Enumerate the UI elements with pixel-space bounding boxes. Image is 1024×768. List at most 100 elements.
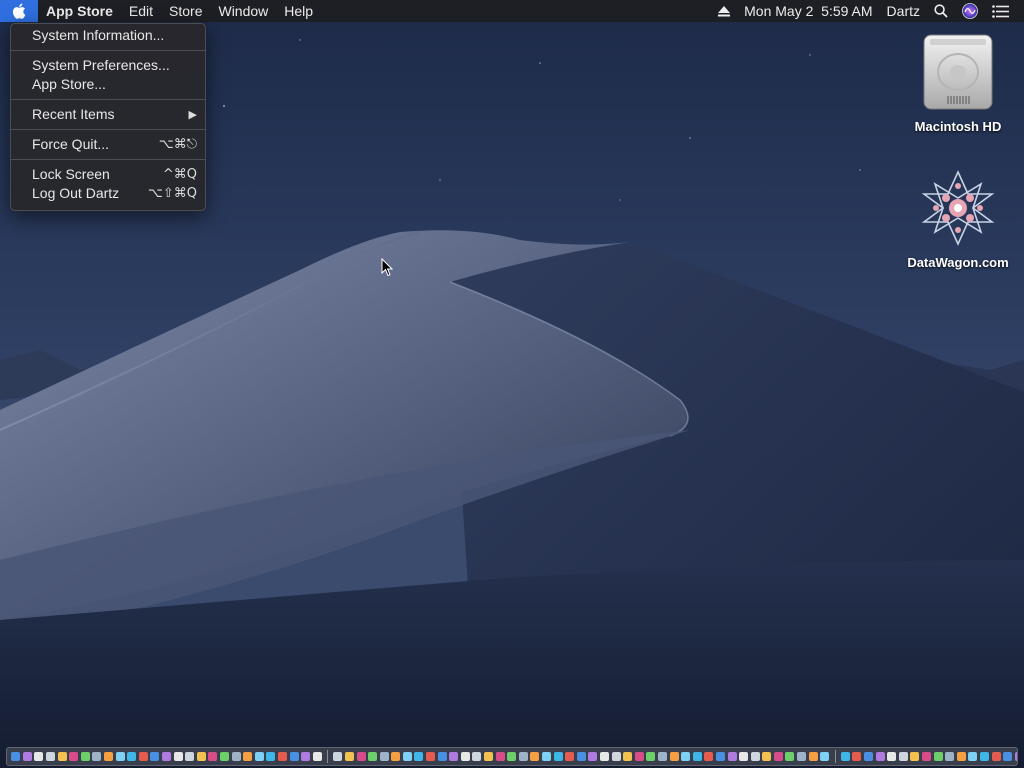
dock-app-icon[interactable] xyxy=(646,752,656,761)
menu-item-log-out[interactable]: Log Out Dartz ⌥⇧⌘Q xyxy=(11,184,205,203)
dock-app-icon[interactable] xyxy=(185,752,195,761)
dock-app-icon[interactable] xyxy=(127,752,137,761)
dock-app-icon[interactable] xyxy=(243,752,253,761)
dock-app-icon[interactable] xyxy=(46,752,56,761)
menu-store[interactable]: Store xyxy=(161,0,210,22)
dock-app-icon[interactable] xyxy=(956,752,966,761)
dock-app-icon[interactable] xyxy=(301,752,311,761)
eject-menu-extra[interactable] xyxy=(711,0,737,22)
dock-app-icon[interactable] xyxy=(333,752,343,761)
dock-app-icon[interactable] xyxy=(379,752,389,761)
dock-app-icon[interactable] xyxy=(219,752,229,761)
dock-app-icon[interactable] xyxy=(449,752,459,761)
dock-app-icon[interactable] xyxy=(565,752,575,761)
apple-menu-button[interactable] xyxy=(0,0,38,22)
dock-app-icon[interactable] xyxy=(773,752,783,761)
dock-app-icon[interactable] xyxy=(138,752,148,761)
dock-app-icon[interactable] xyxy=(611,752,621,761)
dock-app-icon[interactable] xyxy=(104,752,114,761)
dock-app-icon[interactable] xyxy=(623,752,633,761)
dock-app-icon[interactable] xyxy=(820,752,830,761)
dock-app-icon[interactable] xyxy=(115,752,125,761)
dock-app-icon[interactable] xyxy=(797,752,807,761)
dock-app-icon[interactable] xyxy=(254,752,264,761)
dock-app-icon[interactable] xyxy=(34,752,44,761)
dock-app-icon[interactable] xyxy=(875,752,885,761)
dock-app-icon[interactable] xyxy=(669,752,679,761)
dock-app-icon[interactable] xyxy=(289,752,299,761)
dock-app-icon[interactable] xyxy=(762,752,772,761)
menu-help[interactable]: Help xyxy=(276,0,321,22)
dock-app-icon[interactable] xyxy=(588,752,598,761)
dock-app-icon[interactable] xyxy=(553,752,563,761)
dock-app-icon[interactable] xyxy=(991,752,1001,761)
dock-app-icon[interactable] xyxy=(530,752,540,761)
dock-app-icon[interactable] xyxy=(391,752,401,761)
dock-app-icon[interactable] xyxy=(495,752,505,761)
dock-app-icon[interactable] xyxy=(460,752,470,761)
notification-center-button[interactable] xyxy=(985,0,1016,22)
dock-app-icon[interactable] xyxy=(750,752,760,761)
desktop-icon-datawagon[interactable]: DataWagon.com xyxy=(898,168,1018,270)
dock-app-icon[interactable] xyxy=(576,752,586,761)
dock-app-icon[interactable] xyxy=(727,752,737,761)
dock-app-icon[interactable] xyxy=(887,752,897,761)
dock-app-icon[interactable] xyxy=(277,752,287,761)
dock-app-icon[interactable] xyxy=(681,752,691,761)
dock-app-icon[interactable] xyxy=(150,752,160,761)
dock-app-icon[interactable] xyxy=(979,752,989,761)
dock-app-icon[interactable] xyxy=(739,752,749,761)
dock-app-icon[interactable] xyxy=(542,752,552,761)
menu-item-force-quit[interactable]: Force Quit... ⌥⌘⎋ xyxy=(11,135,205,154)
dock-app-icon[interactable] xyxy=(599,752,609,761)
dock-app-icon[interactable] xyxy=(634,752,644,761)
dock-app-icon[interactable] xyxy=(704,752,714,761)
dock-app-icon[interactable] xyxy=(22,752,32,761)
dock-app-icon[interactable] xyxy=(507,752,517,761)
dock-app-icon[interactable] xyxy=(426,752,436,761)
clock-date[interactable]: Mon May 2 5:59 AM xyxy=(737,0,879,22)
dock-app-icon[interactable] xyxy=(472,752,482,761)
dock-app-icon[interactable] xyxy=(808,752,818,761)
dock-app-icon[interactable] xyxy=(692,752,702,761)
menu-edit[interactable]: Edit xyxy=(121,0,161,22)
dock-app-icon[interactable] xyxy=(356,752,366,761)
dock-app-icon[interactable] xyxy=(266,752,276,761)
dock-app-icon[interactable] xyxy=(173,752,183,761)
dock-app-icon[interactable] xyxy=(402,752,412,761)
dock-app-icon[interactable] xyxy=(11,752,21,761)
dock-app-icon[interactable] xyxy=(69,752,79,761)
dock-app-icon[interactable] xyxy=(840,752,850,761)
dock-app-icon[interactable] xyxy=(715,752,725,761)
menu-window[interactable]: Window xyxy=(210,0,276,22)
dock-app-icon[interactable] xyxy=(933,752,943,761)
dock-app-icon[interactable] xyxy=(368,752,378,761)
dock-app-icon[interactable] xyxy=(208,752,218,761)
menu-item-app-store[interactable]: App Store... xyxy=(11,75,205,94)
dock-app-icon[interactable] xyxy=(898,752,908,761)
dock-app-icon[interactable] xyxy=(414,752,424,761)
dock-app-icon[interactable] xyxy=(785,752,795,761)
dock-app-icon[interactable] xyxy=(852,752,862,761)
dock-app-icon[interactable] xyxy=(484,752,494,761)
dock-app-icon[interactable] xyxy=(1003,752,1013,761)
dock-app-icon[interactable] xyxy=(92,752,102,761)
siri-button[interactable] xyxy=(955,0,985,22)
dock-app-icon[interactable] xyxy=(344,752,354,761)
dock-app-icon[interactable] xyxy=(657,752,667,761)
spotlight-button[interactable] xyxy=(927,0,955,22)
menu-app-store[interactable]: App Store xyxy=(38,0,121,22)
dock-app-icon[interactable] xyxy=(312,752,322,761)
user-menu[interactable]: Dartz xyxy=(880,0,927,22)
dock-app-icon[interactable] xyxy=(1014,752,1017,761)
menu-item-lock-screen[interactable]: Lock Screen ^⌘Q xyxy=(11,165,205,184)
dock-app-icon[interactable] xyxy=(945,752,955,761)
dock-app-icon[interactable] xyxy=(57,752,67,761)
dock-app-icon[interactable] xyxy=(910,752,920,761)
dock-app-icon[interactable] xyxy=(968,752,978,761)
dock-app-icon[interactable] xyxy=(231,752,241,761)
menu-item-recent-items[interactable]: Recent Items ▶ xyxy=(11,105,205,124)
dock-app-icon[interactable] xyxy=(864,752,874,761)
dock-app-icon[interactable] xyxy=(162,752,172,761)
dock-app-icon[interactable] xyxy=(196,752,206,761)
